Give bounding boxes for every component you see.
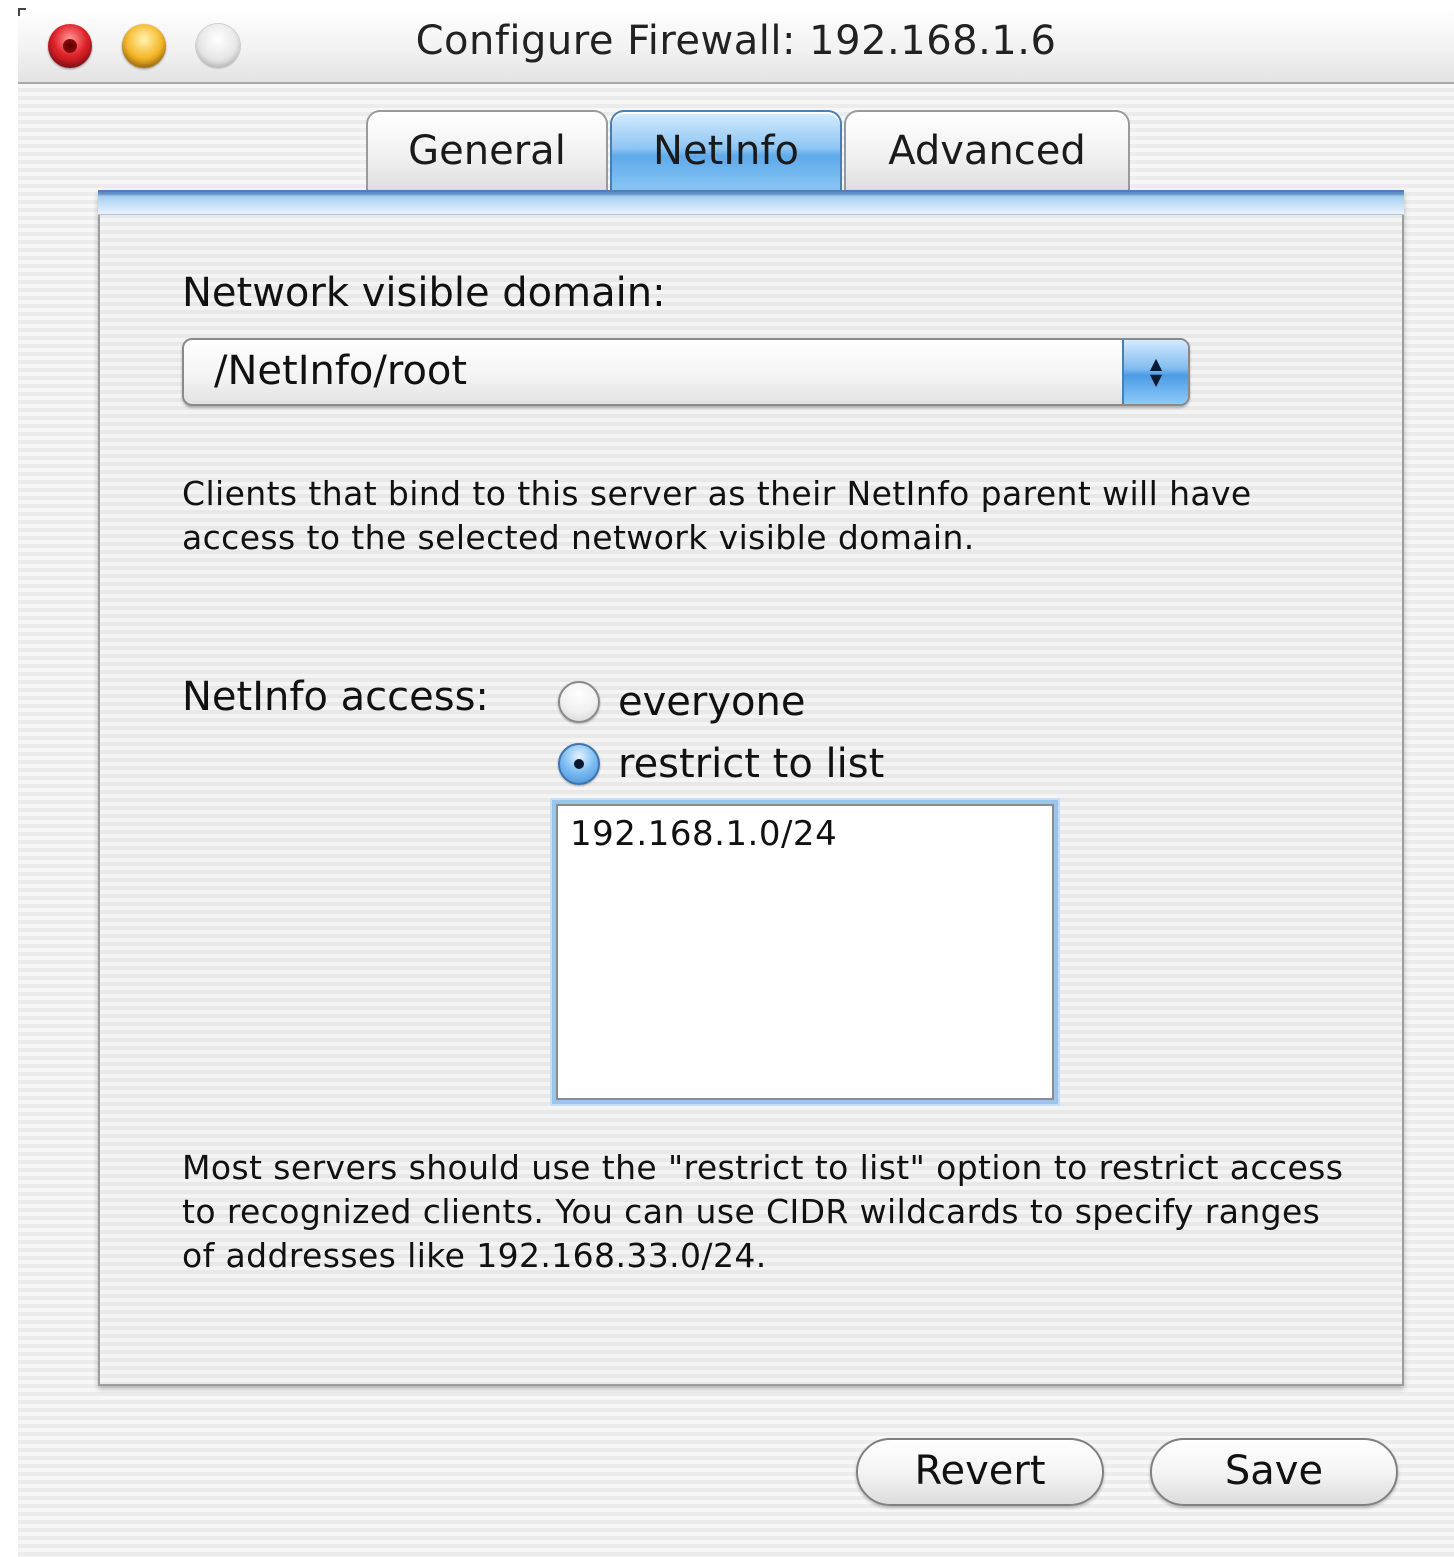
window-title: Configure Firewall: 192.168.1.6 [415,18,1057,64]
radio-restrict-label[interactable]: restrict to list [618,741,884,787]
tab-general[interactable]: General [366,110,608,192]
panel-top-bar [98,190,1404,215]
radio-restrict-button[interactable] [558,743,600,785]
tab-advanced[interactable]: Advanced [844,110,1130,192]
domain-description: Clients that bind to this server as thei… [182,474,1252,557]
domain-label: Network visible domain: [182,270,666,316]
configure-firewall-window: Configure Firewall: 192.168.1.6 General … [18,8,1454,1557]
radio-restrict[interactable]: restrict to list [558,738,884,790]
title-bar[interactable]: Configure Firewall: 192.168.1.6 [18,8,1454,84]
radio-everyone-label[interactable]: everyone [618,679,805,725]
access-list-box[interactable]: 192.168.1.0/24 [556,804,1054,1100]
tab-netinfo[interactable]: NetInfo [610,110,842,192]
radio-everyone-button[interactable] [558,681,600,723]
window-corner-mark [18,8,26,16]
help-text: Most servers should use the "restrict to… [182,1148,1344,1275]
domain-popup[interactable]: /NetInfo/root ▲ ▼ [182,338,1190,406]
revert-button[interactable]: Revert [856,1438,1104,1506]
list-item[interactable]: 192.168.1.0/24 [570,814,837,854]
radio-everyone[interactable]: everyone [558,676,805,728]
up-down-arrows-icon[interactable]: ▲ ▼ [1122,340,1188,404]
save-button[interactable]: Save [1150,1438,1398,1506]
access-label: NetInfo access: [182,674,489,720]
domain-popup-value: /NetInfo/root [214,348,468,394]
netinfo-panel: Network visible domain: /NetInfo/root ▲ ▼… [98,190,1404,1386]
